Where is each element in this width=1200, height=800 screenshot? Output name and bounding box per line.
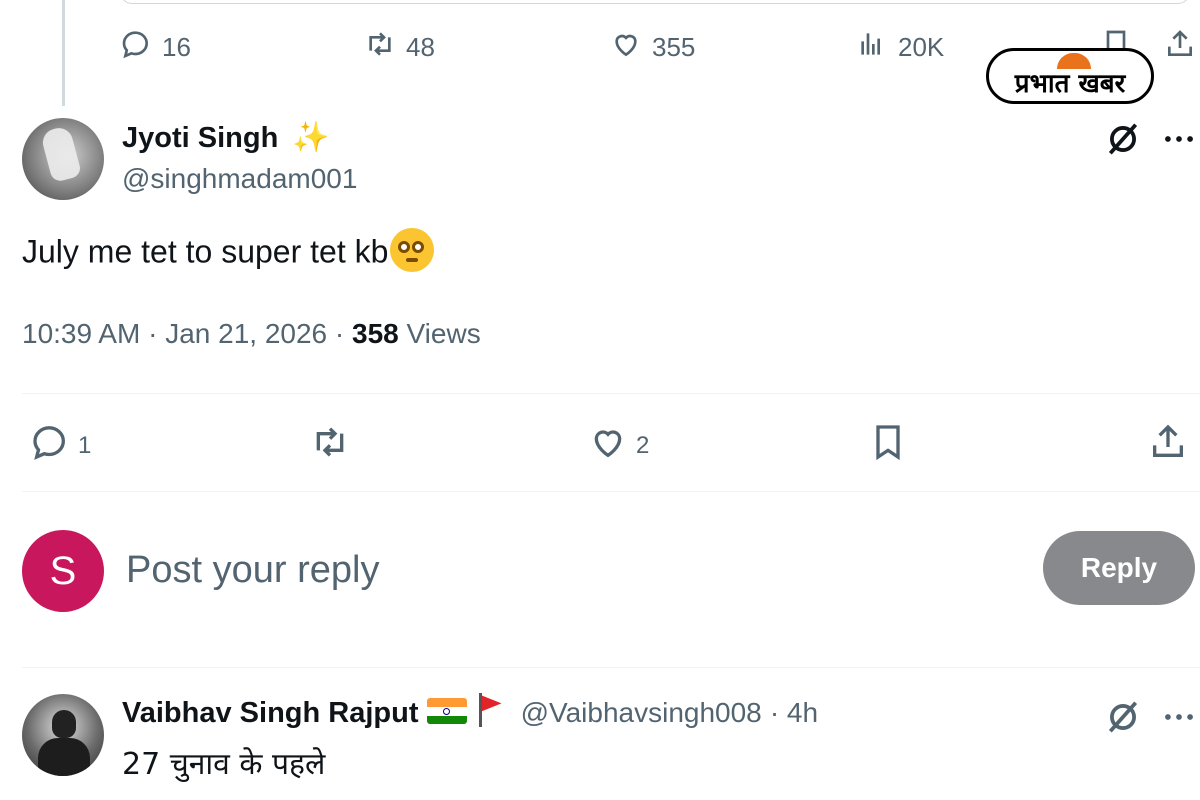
grok-button[interactable] bbox=[1104, 120, 1142, 163]
like-count: 355 bbox=[652, 32, 696, 62]
more-icon bbox=[1160, 136, 1198, 162]
share-button[interactable] bbox=[1164, 28, 1196, 67]
heart-icon bbox=[588, 422, 628, 469]
views-button[interactable]: 20K bbox=[856, 28, 944, 67]
divider bbox=[22, 491, 1200, 492]
repost-count: 48 bbox=[406, 32, 435, 62]
watermark-text: प्रभात खबर bbox=[1014, 69, 1126, 99]
post-text-content: July me tet to super tet kb bbox=[22, 233, 389, 270]
author-handle[interactable]: @singhmadam001 bbox=[122, 163, 357, 195]
reply-count: 16 bbox=[162, 32, 191, 62]
like-count: 2 bbox=[636, 431, 650, 459]
grok-icon bbox=[1104, 123, 1142, 162]
post-time[interactable]: 10:39 AM bbox=[22, 318, 140, 349]
quoted-post-card-edge bbox=[120, 0, 1190, 4]
views-count: 20K bbox=[898, 32, 945, 62]
reply-author-avatar[interactable] bbox=[22, 694, 104, 776]
reply-icon bbox=[120, 28, 152, 67]
meta-separator: · bbox=[327, 318, 353, 349]
reply-icon bbox=[30, 422, 70, 469]
reply-submit-button[interactable]: Reply bbox=[1043, 531, 1195, 605]
divider bbox=[22, 393, 1200, 394]
reply-count: 1 bbox=[78, 431, 92, 459]
repost-icon bbox=[364, 28, 396, 67]
post-date[interactable]: Jan 21, 2026 bbox=[165, 318, 327, 349]
reply-time[interactable]: · 4h bbox=[770, 697, 818, 728]
thread-connector-line bbox=[62, 0, 65, 106]
repost-button[interactable] bbox=[310, 422, 350, 469]
author-name[interactable]: Jyoti Singh bbox=[122, 122, 278, 155]
grok-button[interactable] bbox=[1104, 698, 1142, 741]
bookmark-button[interactable] bbox=[868, 422, 908, 469]
post-text: July me tet to super tet kb bbox=[22, 228, 435, 276]
reply-header: Vaibhav Singh Rajput @Vaibhavsingh008 · … bbox=[122, 693, 818, 731]
analytics-icon bbox=[856, 28, 888, 67]
reply-button[interactable]: 1 bbox=[30, 422, 91, 469]
reply-text: 27 चुनाव के पहले bbox=[122, 747, 326, 782]
reply-author-name[interactable]: Vaibhav Singh Rajput bbox=[122, 697, 419, 729]
red-flag-icon bbox=[477, 693, 505, 728]
like-button[interactable]: 355 bbox=[610, 28, 695, 67]
india-flag-icon bbox=[426, 698, 467, 725]
more-options-button[interactable] bbox=[1160, 120, 1198, 163]
grok-icon bbox=[1104, 701, 1142, 740]
divider bbox=[22, 667, 1200, 668]
repost-button[interactable]: 48 bbox=[364, 28, 435, 67]
avatar-photo bbox=[52, 710, 76, 738]
reply-author-handle[interactable]: @Vaibhavsingh008 bbox=[521, 697, 762, 728]
pleading-face-emoji-icon bbox=[390, 228, 435, 272]
bookmark-icon bbox=[868, 422, 908, 469]
sparkles-emoji-icon: ✨ bbox=[292, 121, 330, 154]
share-icon bbox=[1148, 422, 1188, 469]
repost-icon bbox=[310, 422, 350, 469]
meta-separator: · bbox=[140, 318, 166, 349]
more-icon bbox=[1160, 714, 1198, 740]
author-avatar[interactable] bbox=[22, 118, 104, 200]
watermark-logo: प्रभात खबर bbox=[986, 48, 1154, 104]
views-label: Views bbox=[406, 318, 481, 349]
avatar-letter: S bbox=[49, 548, 77, 593]
share-icon bbox=[1164, 28, 1196, 67]
share-button[interactable] bbox=[1148, 422, 1188, 469]
avatar-photo bbox=[39, 125, 83, 183]
post-meta: 10:39 AM · Jan 21, 2026 · 358 Views bbox=[22, 318, 481, 350]
like-button[interactable]: 2 bbox=[588, 422, 649, 469]
more-options-button[interactable] bbox=[1160, 698, 1198, 741]
reply-button[interactable]: 16 bbox=[120, 28, 191, 67]
reply-input[interactable] bbox=[126, 540, 1006, 600]
current-user-avatar[interactable]: S bbox=[22, 530, 104, 612]
heart-icon bbox=[610, 28, 642, 67]
views-count: 358 bbox=[352, 318, 399, 349]
